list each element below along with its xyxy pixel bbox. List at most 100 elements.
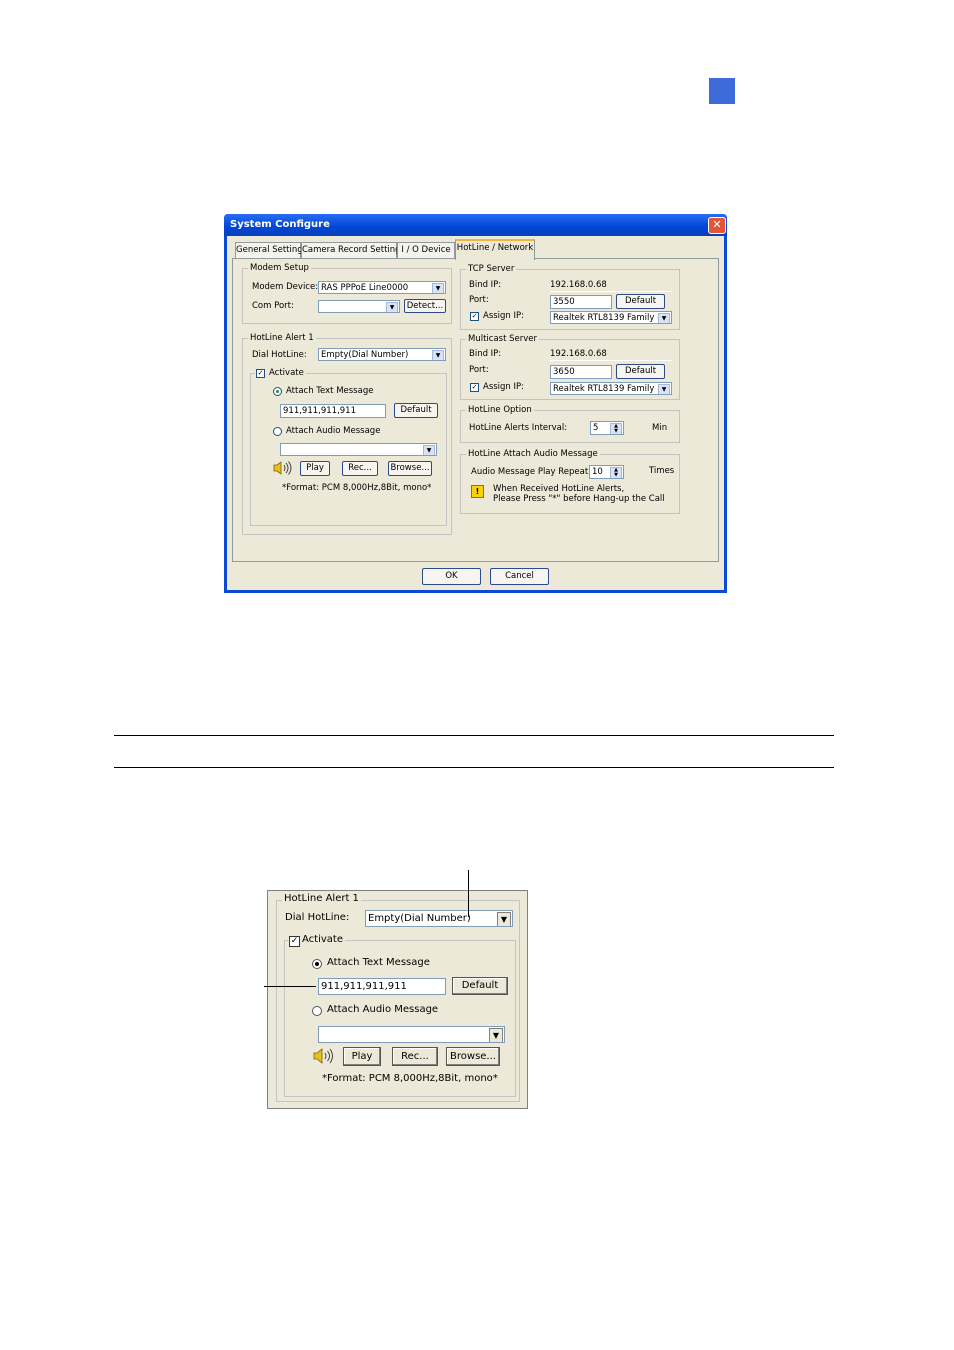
- zoom-attach-text-radio[interactable]: [312, 959, 322, 969]
- audio-note-line2: Please Press "*" before Hang-up the Call: [493, 494, 665, 504]
- multicast-bind-ip-value: 192.168.0.68: [550, 348, 672, 361]
- zoom-speaker-icon: [313, 1048, 335, 1064]
- hotline-alert-zoom-panel: HotLine Alert 1 Dial HotLine: Empty(Dial…: [267, 890, 528, 1109]
- chevron-down-icon[interactable]: ▼: [432, 350, 444, 360]
- tab-panel: Modem Setup Modem Device: RAS PPPoE Line…: [232, 258, 719, 562]
- play-button[interactable]: Play: [300, 461, 330, 476]
- multicast-adapter-select[interactable]: Realtek RTL8139 Family PCI ▼: [550, 382, 672, 395]
- callout-line-dial: [468, 870, 469, 917]
- tcp-assign-ip-checkbox[interactable]: ✓: [470, 312, 479, 321]
- hotline-option-group: HotLine Option HotLine Alerts Interval: …: [460, 405, 680, 443]
- zoom-rec-button[interactable]: Rec...: [392, 1047, 438, 1066]
- interval-spinner[interactable]: 5 ▲ ▼: [590, 421, 624, 435]
- repeat-spinner[interactable]: 10 ▲ ▼: [589, 465, 624, 479]
- hotline-alert-label: HotLine Alert 1: [248, 333, 316, 343]
- multicast-server-label: Multicast Server: [466, 334, 539, 344]
- multicast-assign-ip-checkbox[interactable]: ✓: [470, 383, 479, 392]
- zoom-hotline-alert-label: HotLine Alert 1: [282, 893, 361, 904]
- modem-device-select[interactable]: RAS PPPoE Line0000 ▼: [318, 281, 446, 294]
- divider-bottom: [114, 767, 834, 768]
- tcp-server-label: TCP Server: [466, 264, 517, 274]
- format-note: *Format: PCM 8,000Hz,8Bit, mono*: [282, 483, 432, 493]
- multicast-bind-ip-label: Bind IP:: [469, 349, 502, 359]
- hotline-audio-label: HotLine Attach Audio Message: [466, 449, 600, 459]
- tcp-assign-ip-label: Assign IP:: [483, 311, 525, 321]
- zoom-attach-audio-radio[interactable]: [312, 1006, 322, 1016]
- com-port-label: Com Port:: [252, 301, 294, 311]
- dial-hotline-select[interactable]: Empty(Dial Number) ▼: [318, 348, 446, 361]
- zoom-browse-button[interactable]: Browse...: [446, 1047, 500, 1066]
- repeat-label: Audio Message Play Repeat:: [471, 467, 592, 477]
- attach-audio-label: Attach Audio Message: [286, 426, 381, 436]
- multicast-server-group: Multicast Server Bind IP: 192.168.0.68 P…: [460, 334, 680, 400]
- com-port-select[interactable]: ▼: [318, 300, 400, 313]
- dialog-titlebar[interactable]: System Configure ✕: [224, 214, 727, 236]
- speaker-icon: [273, 461, 293, 475]
- zoom-audio-file-select[interactable]: ▼: [318, 1026, 505, 1043]
- zoom-attach-audio-label: Attach Audio Message: [327, 1004, 439, 1015]
- chevron-down-icon[interactable]: ▼: [497, 912, 511, 926]
- tcp-adapter-select[interactable]: Realtek RTL8139 Family PCI ▼: [550, 311, 672, 324]
- hotline-option-label: HotLine Option: [466, 405, 534, 415]
- zoom-format-note: *Format: PCM 8,000Hz,8Bit, mono*: [322, 1073, 498, 1084]
- tab-hotline-network[interactable]: HotLine / Network: [455, 239, 535, 260]
- spin-arrows-icon[interactable]: ▲ ▼: [610, 467, 622, 478]
- tcp-port-label: Port:: [469, 295, 489, 305]
- text-message-input[interactable]: 911,911,911,911: [280, 404, 386, 418]
- interval-unit: Min: [652, 423, 668, 433]
- tcp-port-input[interactable]: 3550: [550, 295, 612, 309]
- text-default-button[interactable]: Default: [394, 403, 438, 418]
- multicast-default-button[interactable]: Default: [616, 364, 665, 379]
- chevron-down-icon[interactable]: ▼: [658, 313, 670, 323]
- modem-setup-label: Modem Setup: [248, 263, 311, 273]
- audio-note-line1: When Received HotLine Alerts,: [493, 484, 625, 494]
- spin-arrows-icon[interactable]: ▲ ▼: [610, 423, 622, 434]
- chapter-marker: [709, 78, 735, 104]
- close-icon[interactable]: ✕: [708, 217, 726, 234]
- browse-button[interactable]: Browse...: [388, 461, 432, 476]
- zoom-dial-hotline-label: Dial HotLine:: [285, 912, 350, 923]
- tcp-default-button[interactable]: Default: [616, 294, 665, 309]
- zoom-text-message-input[interactable]: 911,911,911,911: [318, 978, 446, 995]
- tab-general-setting[interactable]: General Setting: [235, 242, 303, 258]
- chevron-down-icon[interactable]: ▼: [432, 283, 444, 293]
- dial-hotline-label: Dial HotLine:: [252, 350, 307, 360]
- system-configure-dialog: System Configure ✕ General Setting Camer…: [224, 214, 727, 593]
- dialog-title: System Configure: [230, 219, 330, 230]
- multicast-port-input[interactable]: 3650: [550, 365, 612, 379]
- zoom-activate-checkbox[interactable]: ✓: [289, 936, 300, 947]
- zoom-hotline-alert-group: HotLine Alert 1 Dial HotLine: Empty(Dial…: [276, 893, 520, 1102]
- zoom-default-button[interactable]: Default: [452, 977, 508, 995]
- multicast-assign-ip-label: Assign IP:: [483, 382, 525, 392]
- warning-icon: !: [471, 485, 484, 498]
- hotline-alert-group: HotLine Alert 1 Dial HotLine: Empty(Dial…: [242, 333, 452, 535]
- chevron-down-icon[interactable]: ▼: [423, 445, 435, 455]
- cancel-button[interactable]: Cancel: [490, 568, 549, 585]
- chevron-down-icon[interactable]: ▼: [386, 302, 398, 312]
- zoom-dial-hotline-select[interactable]: Empty(Dial Number) ▼: [365, 910, 513, 927]
- hotline-audio-group: HotLine Attach Audio Message Audio Messa…: [460, 449, 680, 514]
- dialog-client-area: General Setting Camera Record Setting I …: [227, 236, 724, 590]
- chevron-down-icon[interactable]: ▼: [658, 384, 670, 394]
- chevron-down-icon[interactable]: ▼: [489, 1028, 503, 1042]
- divider-top: [114, 735, 834, 736]
- zoom-play-button[interactable]: Play: [343, 1047, 381, 1066]
- tcp-bind-ip-value: 192.168.0.68: [550, 279, 672, 292]
- detect-button[interactable]: Detect...: [404, 299, 446, 313]
- modem-device-label: Modem Device:: [252, 282, 319, 292]
- audio-file-select[interactable]: ▼: [280, 443, 437, 456]
- multicast-port-label: Port:: [469, 365, 489, 375]
- tcp-bind-ip-label: Bind IP:: [469, 280, 502, 290]
- tab-io-device[interactable]: I / O Device: [397, 242, 455, 258]
- modem-setup-group: Modem Setup Modem Device: RAS PPPoE Line…: [242, 263, 452, 324]
- tab-camera-record-setting[interactable]: Camera Record Setting: [301, 242, 401, 258]
- rec-button[interactable]: Rec...: [342, 461, 378, 476]
- repeat-unit: Times: [649, 466, 675, 476]
- activate-checkbox[interactable]: ✓: [256, 369, 265, 378]
- interval-label: HotLine Alerts Interval:: [469, 423, 568, 433]
- tcp-server-group: TCP Server Bind IP: 192.168.0.68 Port: 3…: [460, 264, 680, 330]
- attach-audio-radio[interactable]: [273, 427, 282, 436]
- ok-button[interactable]: OK: [422, 568, 481, 585]
- attach-text-radio[interactable]: [273, 387, 282, 396]
- activate-group: Activate ✓ Attach Text Message 911,911,9…: [250, 368, 447, 526]
